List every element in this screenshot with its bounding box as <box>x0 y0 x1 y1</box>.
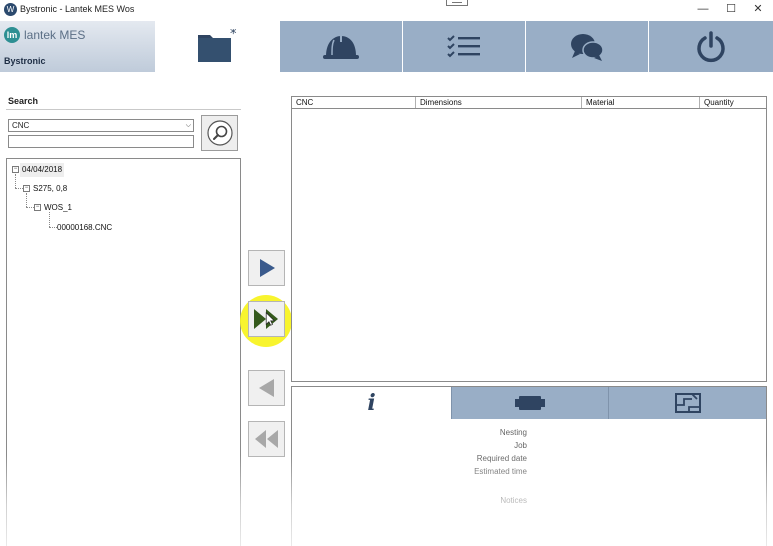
tree-connector <box>26 207 34 208</box>
tree-node-date[interactable]: 04/04/2018 <box>22 165 62 174</box>
job-tree[interactable]: − 04/04/2018 − S275, 0,8 − WOS_1 0000016… <box>6 158 241 546</box>
tree-node-material[interactable]: S275, 0,8 <box>33 184 67 193</box>
brand-logo: lm lantek MES Bystronic <box>0 21 155 72</box>
tab-info[interactable]: i <box>292 387 451 419</box>
search-type-value: CNC <box>12 121 30 130</box>
menu-grip-icon[interactable] <box>446 0 468 6</box>
tree-expander[interactable]: − <box>12 166 19 173</box>
column-header-dimensions[interactable]: Dimensions <box>416 97 582 108</box>
label-nesting: Nesting <box>499 428 527 437</box>
add-all-button[interactable] <box>248 301 285 337</box>
tree-connector <box>15 174 16 188</box>
chat-bubbles-icon <box>571 33 604 61</box>
grid-header: CNC Dimensions Material Quantity <box>292 97 766 109</box>
label-required-date: Required date <box>476 454 527 463</box>
tab-machine[interactable] <box>451 387 608 419</box>
power-icon <box>697 30 725 62</box>
label-notices: Notices <box>500 496 527 505</box>
tab-operator[interactable] <box>279 21 402 72</box>
tree-connector <box>15 188 23 189</box>
rewind-icon <box>254 430 278 448</box>
lantek-logo-mark: lm <box>4 27 20 43</box>
column-header-cnc[interactable]: CNC <box>292 97 416 108</box>
detail-panel: i Nesting Job Required date Estimated ti… <box>291 386 767 546</box>
window-title: Bystronic - Lantek MES Wos <box>20 4 135 14</box>
tab-tasks[interactable] <box>402 21 525 72</box>
tree-connector <box>49 212 50 227</box>
minimize-button[interactable]: — <box>688 0 718 20</box>
label-job: Job <box>514 441 527 450</box>
info-icon: i <box>367 390 376 416</box>
tree-node-cnc[interactable]: 00000168.CNC <box>57 223 112 232</box>
tree-node-wos[interactable]: WOS_1 <box>44 203 72 212</box>
label-estimated-time: Estimated time <box>474 467 527 476</box>
column-header-quantity[interactable]: Quantity <box>700 97 766 108</box>
search-heading: Search <box>8 96 39 106</box>
company-name: Bystronic <box>4 56 46 66</box>
search-icon <box>206 120 233 146</box>
column-header-material[interactable]: Material <box>582 97 700 108</box>
machine-icon <box>515 396 545 410</box>
maximize-button[interactable]: ☐ <box>716 0 746 20</box>
search-type-select[interactable]: CNC ⌵ <box>8 119 194 132</box>
svg-text:*: * <box>230 29 237 42</box>
remove-selected-button[interactable] <box>248 370 285 406</box>
tree-expander[interactable]: − <box>34 204 41 211</box>
product-name: lantek MES <box>24 28 86 42</box>
folder-new-icon: * <box>198 29 237 62</box>
tree-expander[interactable]: − <box>23 185 30 192</box>
play-right-icon <box>259 259 275 277</box>
remove-all-button[interactable] <box>248 421 285 457</box>
tab-nesting-parts[interactable] <box>608 387 766 419</box>
hard-hat-icon <box>323 35 359 59</box>
fast-forward-icon <box>253 309 278 329</box>
add-selected-button[interactable] <box>248 250 285 286</box>
chevron-down-icon: ⌵ <box>185 122 191 129</box>
nesting-sheet-icon <box>674 393 701 413</box>
selected-cnc-grid[interactable]: CNC Dimensions Material Quantity <box>291 96 767 382</box>
search-button[interactable] <box>201 115 238 151</box>
tree-connector <box>49 227 57 228</box>
tree-connector <box>26 193 27 207</box>
tab-messages[interactable] <box>525 21 648 72</box>
close-button[interactable]: ✕ <box>743 0 773 20</box>
tab-exit[interactable] <box>648 21 773 72</box>
app-icon: W <box>4 3 17 16</box>
tab-work-orders[interactable]: * <box>155 21 279 72</box>
search-input[interactable] <box>8 135 194 148</box>
task-list-icon <box>447 34 480 57</box>
play-left-icon <box>258 379 274 397</box>
search-divider <box>6 109 241 110</box>
